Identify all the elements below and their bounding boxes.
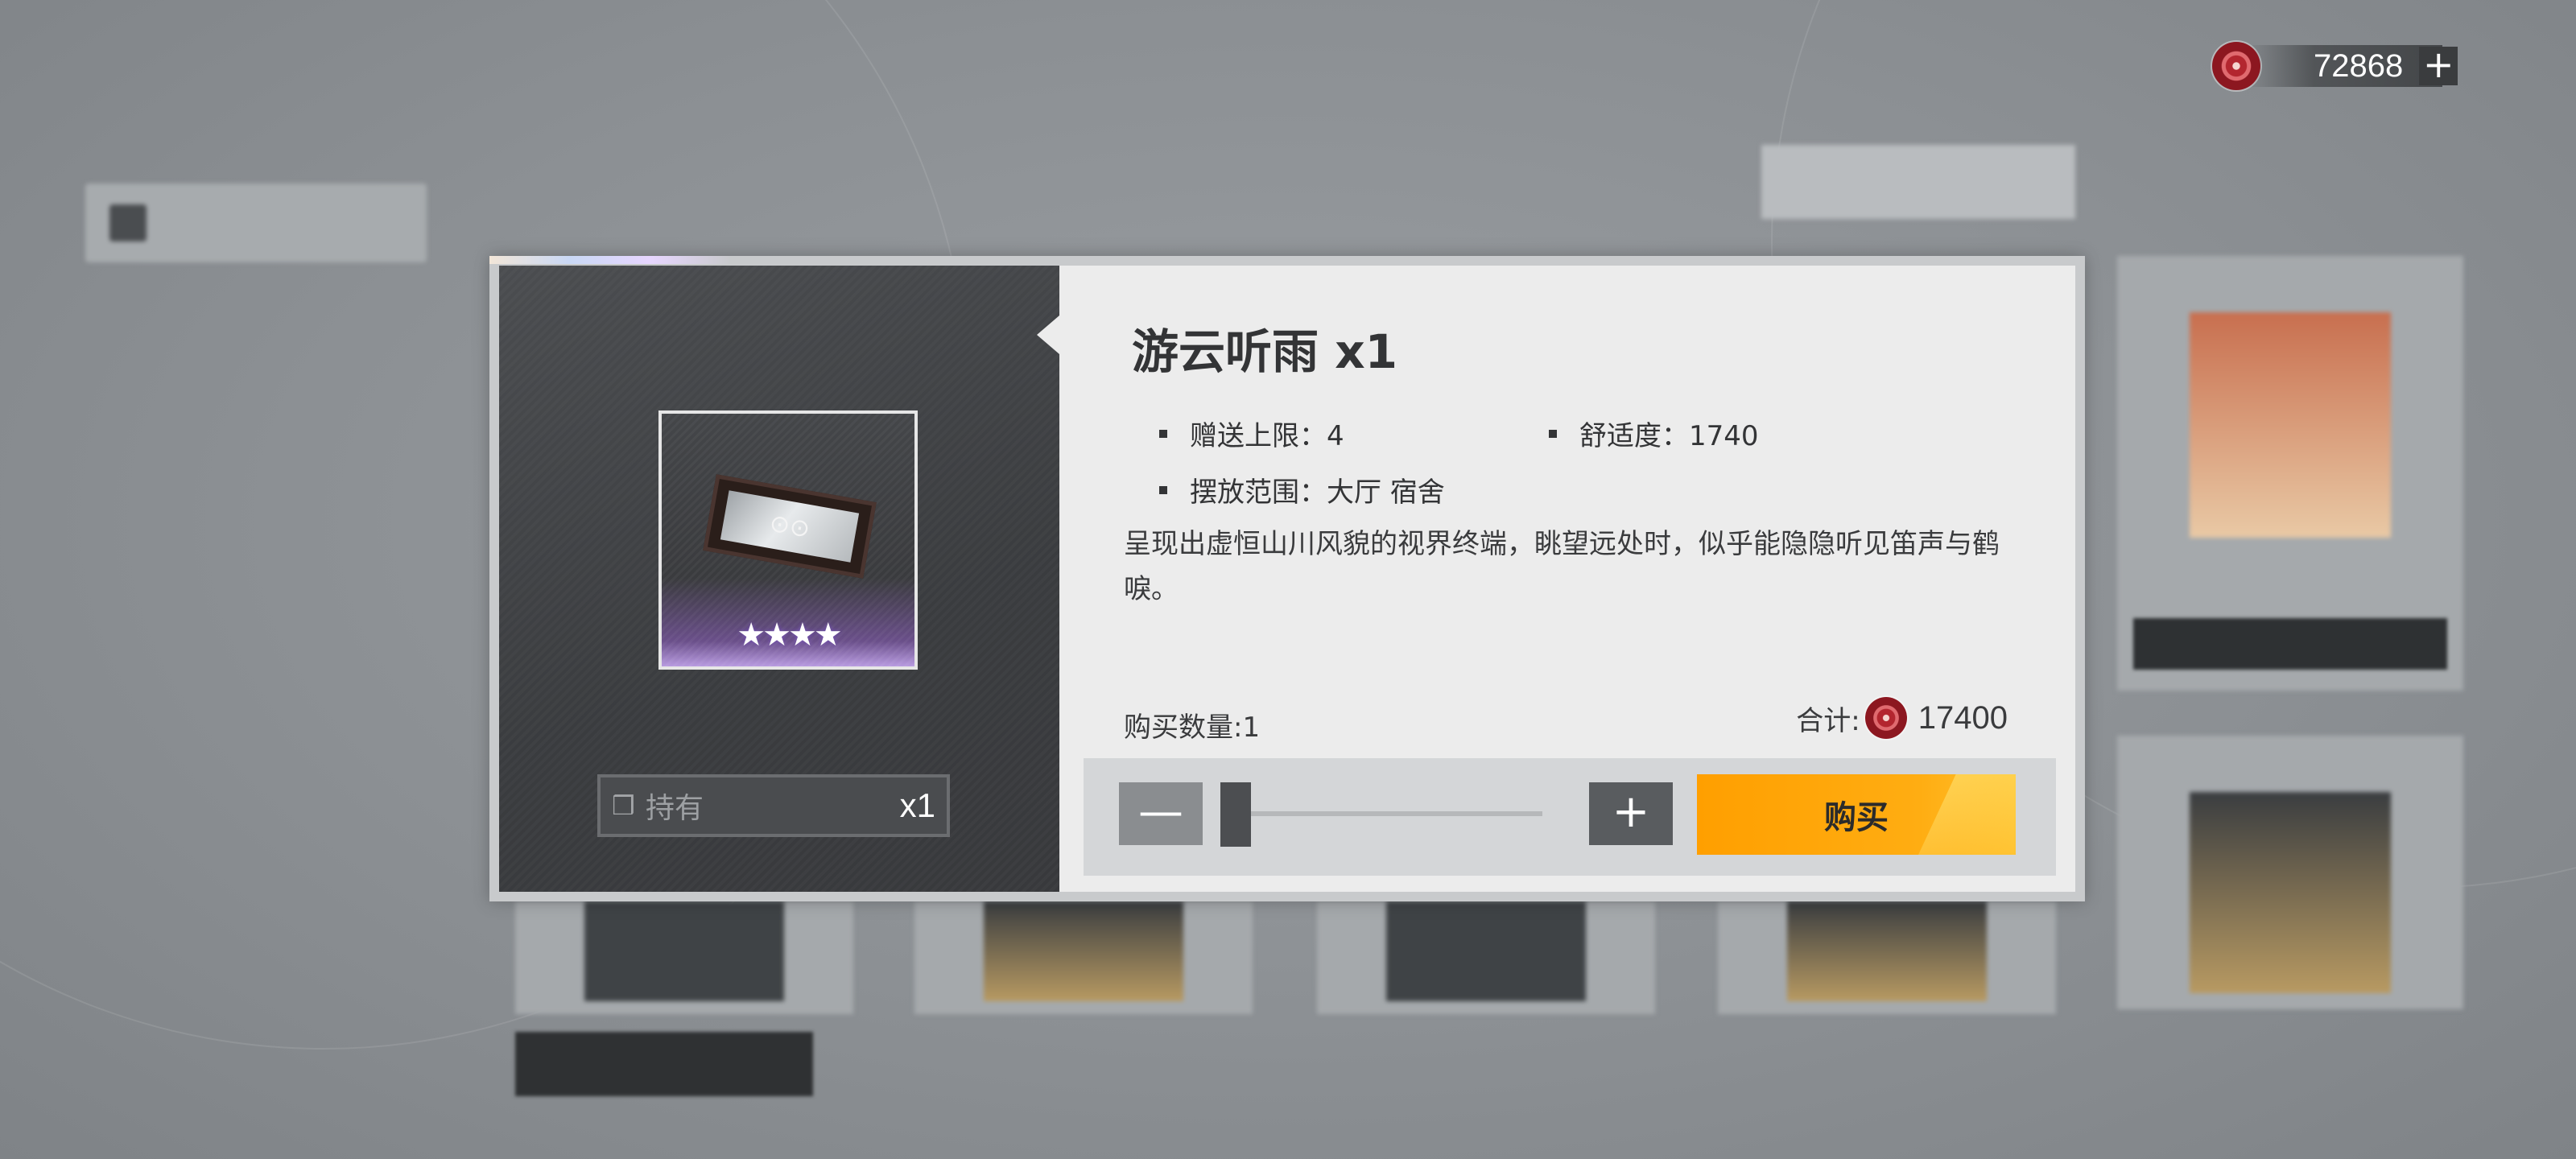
box-icon: ❒ [612, 790, 635, 821]
background-card [1718, 901, 2056, 1014]
increase-quantity-button[interactable]: + [1589, 782, 1673, 845]
item-thumbnail: ⊙⊙ ★★★★ [658, 410, 918, 670]
detail-pointer-arrow [1037, 316, 1059, 354]
decorative-glyph-icon: ⊙⊙ [767, 509, 812, 544]
decrease-quantity-button[interactable]: — [1119, 782, 1203, 845]
screen-furniture-image: ⊙⊙ [703, 474, 877, 579]
currency-amount: 72868 [2314, 47, 2404, 84]
background-card [2117, 736, 2463, 1009]
add-currency-button[interactable]: + [2419, 46, 2458, 85]
quantity-label: 购买数量:1 [1124, 711, 1261, 744]
purchase-dialog: ⊙⊙ ★★★★ ❒ 持有 x1 游云听雨 x1 赠送上限：4 舒适度：1740 [489, 256, 2085, 901]
owned-count: x1 [899, 786, 935, 824]
background-dropdown [515, 1032, 813, 1096]
placement-attr: 摆放范围：大厅 宿舍 [1159, 470, 1445, 509]
comfort-attr: 舒适度：1740 [1549, 414, 1759, 453]
owned-label: 持有 [646, 792, 704, 825]
quantity-slider-track[interactable] [1220, 811, 1542, 816]
owned-count-box: ❒ 持有 x1 [597, 774, 950, 837]
purchase-controls: — + 购买 [1084, 758, 2056, 876]
quantity-slider-handle[interactable] [1220, 782, 1251, 847]
background-card [914, 901, 1253, 1014]
total-label: 合计: [1796, 704, 1860, 737]
background-card [1317, 901, 1655, 1014]
total-amount: 17400 [1918, 699, 2008, 736]
total-price: 合计: 17400 [1796, 697, 2008, 739]
currency-display: 72868 + [2212, 39, 2486, 93]
coin-icon [1864, 697, 1907, 739]
shop-icon [109, 204, 147, 241]
buy-button-label: 购买 [1824, 799, 1889, 836]
rarity-stars: ★★★★ [737, 617, 842, 654]
buy-button[interactable]: 购买 [1697, 774, 2016, 855]
item-description: 呈现出虚恒山川风貌的视界终端，眺望远处时，似乎能隐隐听见笛声与鹤唳。 [1124, 528, 2000, 605]
item-title: 游云听雨 x1 [1132, 324, 1397, 379]
gift-limit-attr: 赠送上限：4 [1159, 414, 1344, 453]
background-tabs [489, 142, 2405, 222]
background-category-button [85, 184, 427, 262]
coin-icon [2212, 42, 2260, 90]
item-detail-panel: 游云听雨 x1 赠送上限：4 舒适度：1740 摆放范围：大厅 宿舍 呈现出虚恒… [1059, 266, 2075, 892]
background-card [515, 901, 853, 1014]
item-preview-panel: ⊙⊙ ★★★★ ❒ 持有 x1 [499, 266, 1059, 892]
